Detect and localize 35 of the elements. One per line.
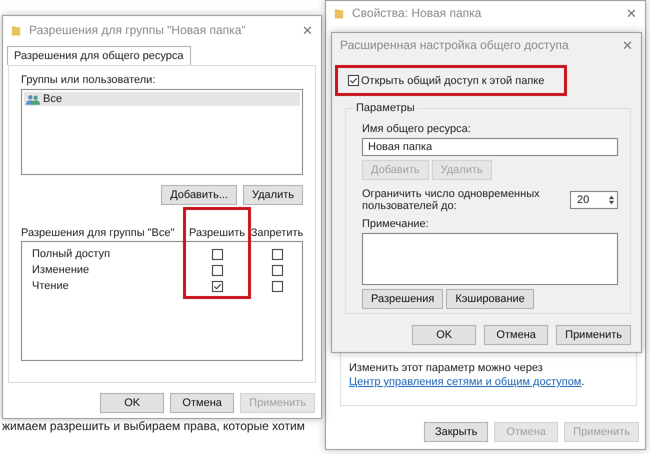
window-title: Разрешения для группы "Новая папка" <box>29 23 247 37</box>
dialog-button[interactable]: OK <box>100 393 164 413</box>
dialog-button[interactable]: Разрешения <box>362 289 444 309</box>
dialog-button[interactable]: Добавить... <box>161 185 237 205</box>
close-button[interactable]: ✕ <box>622 38 633 52</box>
dialog-button[interactable]: OK <box>412 325 476 345</box>
article-text: жимаем разрешить и выбираем права, которые хотим <box>2 419 305 433</box>
permission-name: Полный доступ <box>32 248 112 260</box>
tab[interactable]: Разрешения для общего ресурса <box>7 46 191 65</box>
groups-label: Группы или пользователи: <box>21 74 156 86</box>
share-name-field[interactable]: Новая папка <box>362 138 618 156</box>
window-title: Расширенная настройка общего доступа <box>340 38 570 52</box>
network-center-link[interactable]: Центр управления сетями и общим доступом <box>349 376 582 388</box>
permission-name: Изменение <box>32 264 90 276</box>
checkbox-label[interactable]: Открыть общий доступ к этой папке <box>361 74 544 86</box>
dialog-button[interactable]: Отмена <box>484 325 548 345</box>
window-title: Свойства: Новая папка <box>352 6 482 20</box>
info-text: Изменить этот параметр можно через Центр управления сетями и общим доступом. <box>349 361 586 389</box>
comment-label: Примечание: <box>362 218 430 230</box>
column-header: Разрешить <box>188 227 246 239</box>
user-limit-spinner[interactable]: 20 <box>570 191 618 209</box>
dialog-button[interactable]: Удалить <box>243 185 303 205</box>
limit-label: Ограничить число одновременных пользователей до: <box>362 188 541 212</box>
close-button[interactable]: ✕ <box>626 6 637 20</box>
dialog-button[interactable]: Отмена <box>170 393 234 413</box>
column-header: Запретить <box>250 227 304 239</box>
permission-name: Чтение <box>32 280 70 292</box>
dialog-button[interactable]: Применить <box>556 325 631 345</box>
close-button[interactable]: ✕ <box>302 22 313 38</box>
user-item[interactable]: Все <box>24 92 300 106</box>
permissions-label: Разрешения для группы "Все" <box>21 227 176 239</box>
dialog-button[interactable]: Кэширование <box>446 289 534 309</box>
share-name-label: Имя общего ресурса: <box>362 123 472 135</box>
group-title: Параметры <box>354 102 417 114</box>
dialog-button[interactable]: Закрыть <box>424 422 488 442</box>
